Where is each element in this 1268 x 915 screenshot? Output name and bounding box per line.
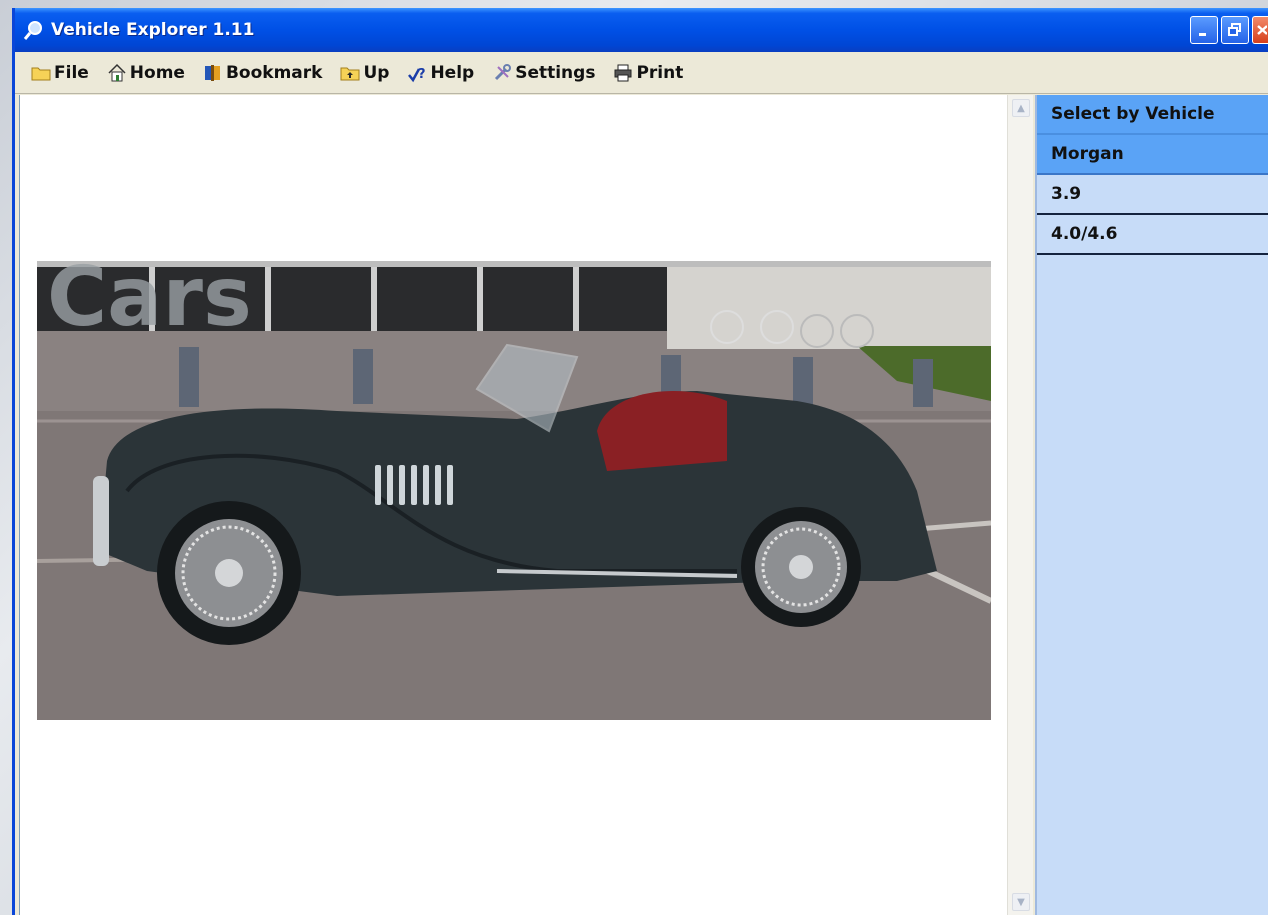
selected-make[interactable]: Morgan <box>1037 135 1268 175</box>
scroll-down-icon[interactable]: ▼ <box>1012 893 1030 911</box>
home-icon <box>107 63 127 83</box>
vehicle-photo: Cars <box>37 261 991 720</box>
wrench-icon <box>492 63 512 83</box>
menu-file[interactable]: File <box>31 63 89 83</box>
menu-up[interactable]: Up <box>340 63 389 83</box>
model-item-3-9[interactable]: 3.9 <box>1037 175 1268 215</box>
help-icon: ? <box>407 63 427 83</box>
model-item-4-0-4-6[interactable]: 4.0/4.6 <box>1037 215 1268 255</box>
close-button[interactable] <box>1252 16 1268 44</box>
menu-print-label: Print <box>636 62 684 83</box>
menu-bookmark[interactable]: Bookmark <box>203 62 323 83</box>
front-wheel <box>157 501 301 645</box>
restore-button[interactable] <box>1221 16 1249 44</box>
menu-settings[interactable]: Settings <box>492 63 595 83</box>
app-window: Vehicle Explorer 1.11 File Home Bookmark… <box>12 8 1268 915</box>
folder-up-icon <box>340 63 360 83</box>
close-icon <box>1256 25 1267 35</box>
folder-icon <box>31 63 51 83</box>
panel-header: Select by Vehicle <box>1037 95 1268 135</box>
building-sign-text: Cars <box>47 261 252 345</box>
scroll-up-icon[interactable]: ▲ <box>1012 99 1030 117</box>
printer-icon <box>613 63 633 83</box>
menu-file-label: File <box>54 62 89 83</box>
menu-print[interactable]: Print <box>613 63 683 83</box>
menu-up-label: Up <box>363 62 390 83</box>
vehicle-select-panel: Select by Vehicle Morgan 3.9 4.0/4.6 <box>1035 95 1268 915</box>
menu-home[interactable]: Home <box>107 63 185 83</box>
window-title: Vehicle Explorer 1.11 <box>51 20 255 40</box>
minimize-button[interactable] <box>1190 16 1218 44</box>
svg-text:?: ? <box>418 67 426 82</box>
title-bar[interactable]: Vehicle Explorer 1.11 <box>15 8 1268 52</box>
vertical-scrollbar[interactable]: ▲ ▼ <box>1007 95 1033 915</box>
rear-wheel <box>741 507 861 627</box>
menu-settings-label: Settings <box>515 62 596 83</box>
minimize-icon <box>1199 33 1206 36</box>
menu-help[interactable]: ? Help <box>407 63 474 83</box>
menu-bar: File Home Bookmark Up ? Help Settings Pr… <box>15 52 1268 94</box>
menu-help-label: Help <box>430 62 475 83</box>
bookmark-icon <box>203 63 223 83</box>
restore-icon <box>1228 23 1241 36</box>
menu-home-label: Home <box>129 62 185 83</box>
magnifier-icon <box>23 19 45 41</box>
menu-bookmark-label: Bookmark <box>225 62 323 83</box>
